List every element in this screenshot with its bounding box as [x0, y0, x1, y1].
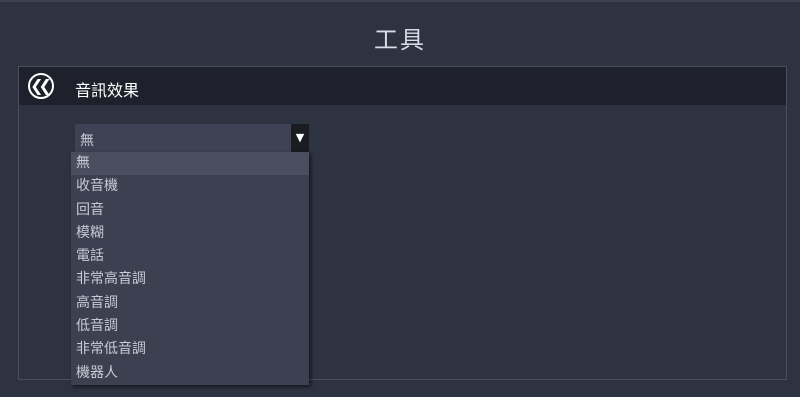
audio-effect-dropdown-list: 無 收音機 回音 模糊 電話 非常高音調 高音調 低音調 非常低音調 機器人 [71, 152, 309, 385]
dropdown-option[interactable]: 非常低音調 [71, 338, 309, 361]
caret-down-icon[interactable]: ▼ [291, 124, 309, 152]
select-value: 無 [80, 133, 94, 149]
dropdown-option[interactable]: 低音調 [71, 315, 309, 338]
dropdown-option[interactable]: 模糊 [71, 222, 309, 245]
double-chevron-left-icon: ❮❮ [30, 76, 52, 95]
dropdown-option[interactable]: 回音 [71, 199, 309, 222]
app-window: 工具 ❮❮ 音訊效果 無 ▼ 無 收音機 回音 模糊 電話 非常高音調 高音調 … [0, 0, 800, 397]
page-title: 工具 [374, 26, 426, 54]
audio-effect-select[interactable]: 無 ▼ [75, 124, 309, 152]
dropdown-option[interactable]: 電話 [71, 245, 309, 268]
dropdown-option[interactable]: 收音機 [71, 175, 309, 198]
dropdown-option[interactable]: 無 [71, 152, 309, 176]
panel-header: ❮❮ 音訊效果 [19, 67, 786, 105]
dropdown-option[interactable]: 高音調 [71, 292, 309, 315]
audio-effect-panel: ❮❮ 音訊效果 無 ▼ 無 收音機 回音 模糊 電話 非常高音調 高音調 低音調… [18, 66, 787, 385]
dropdown-option[interactable]: 機器人 [71, 362, 309, 385]
panel-title: 音訊效果 [75, 81, 140, 100]
dropdown-option[interactable]: 非常高音調 [71, 268, 309, 291]
back-button[interactable]: ❮❮ [28, 73, 54, 99]
